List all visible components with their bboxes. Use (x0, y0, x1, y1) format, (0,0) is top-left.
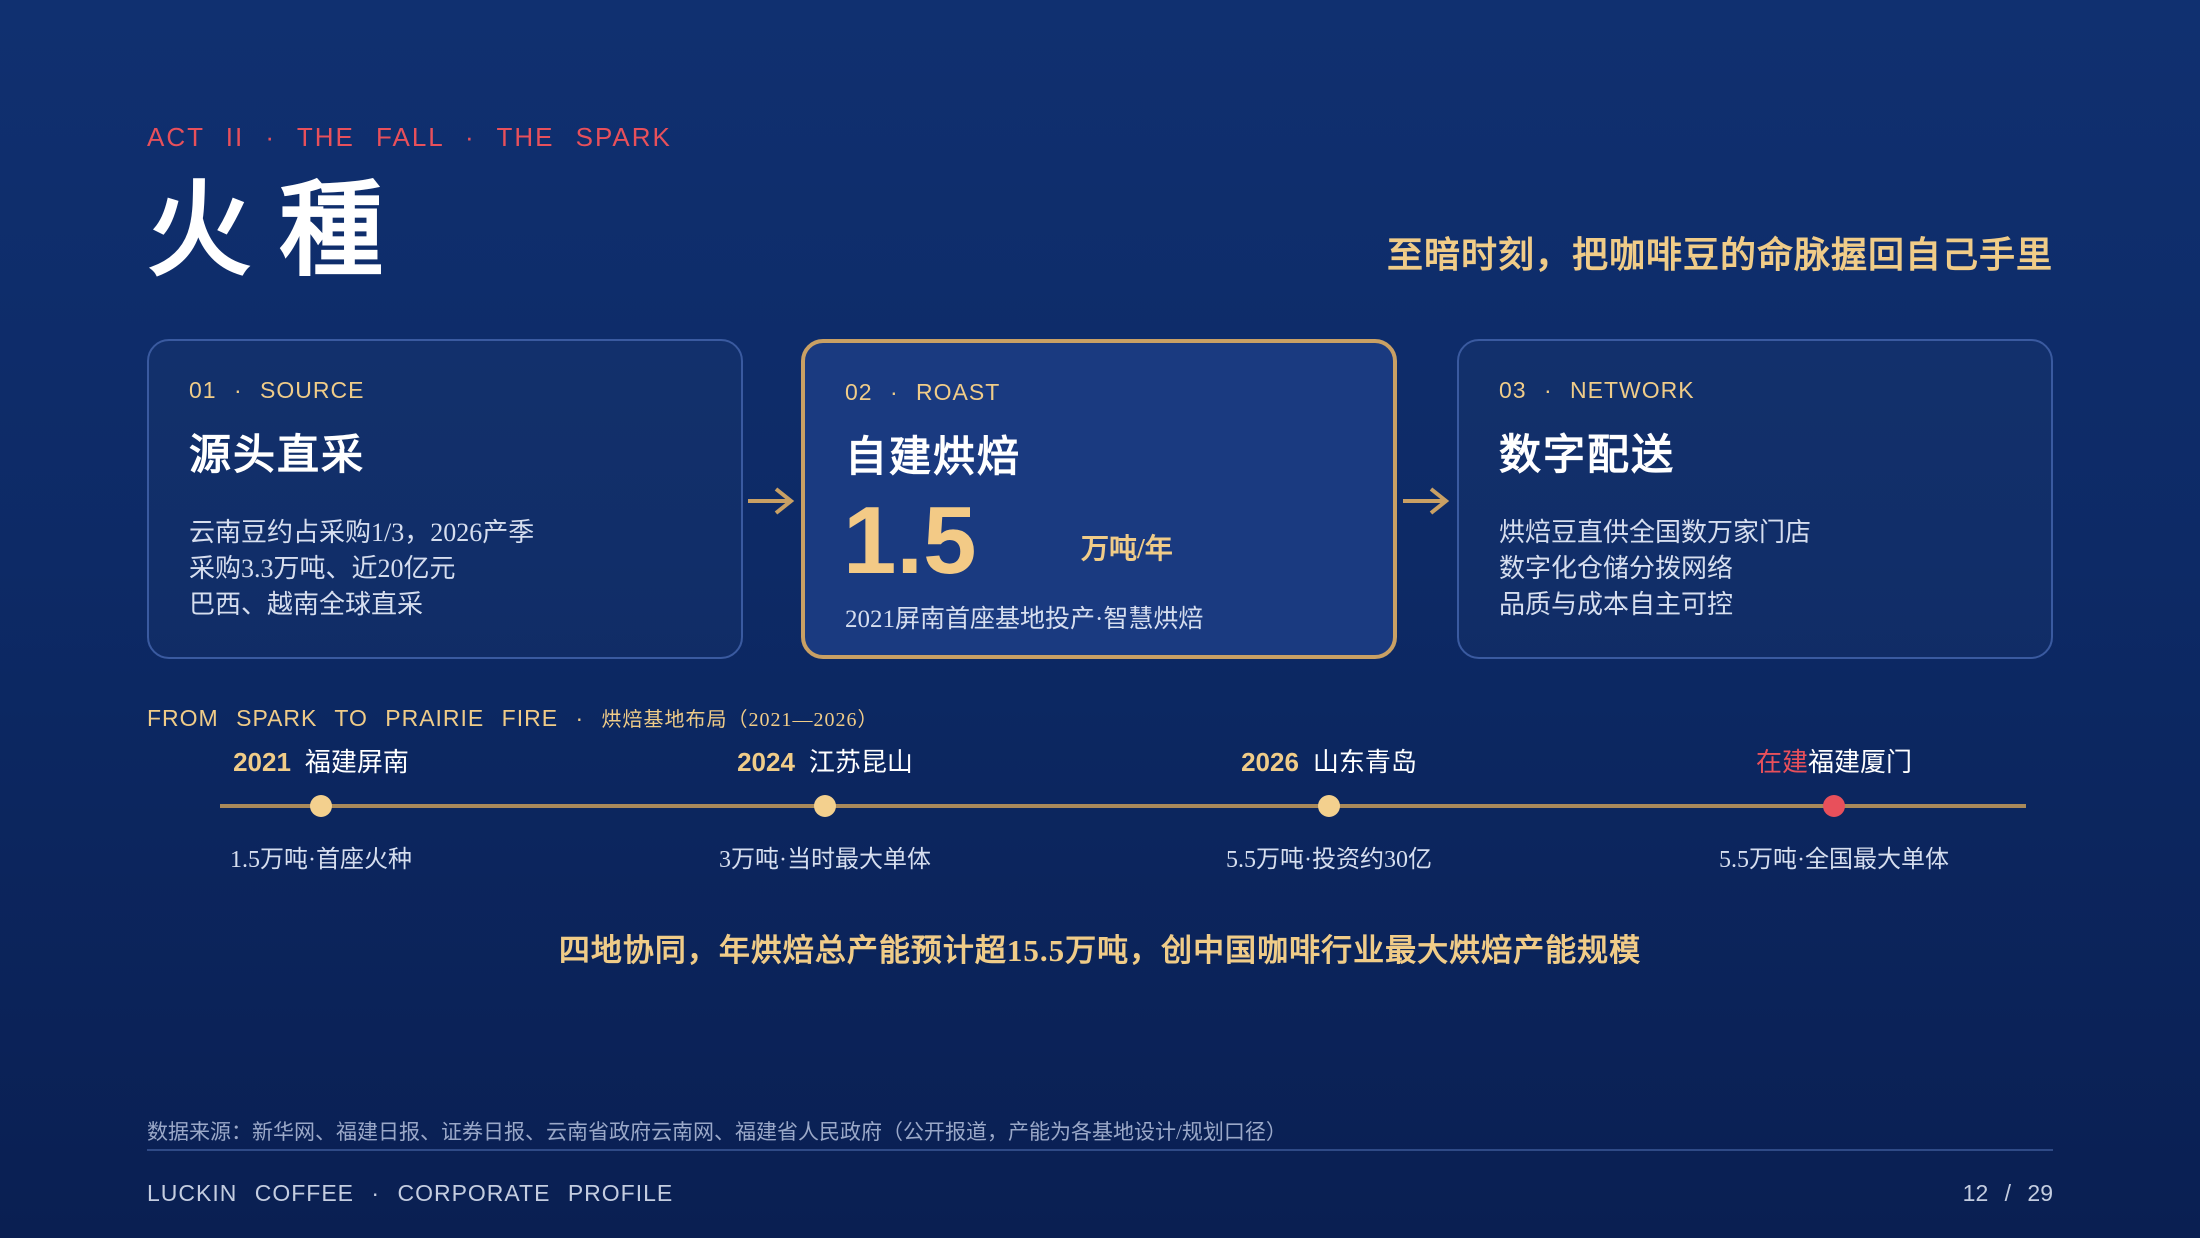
milestone-desc: 5.5万吨·投资约30亿 (1226, 847, 1432, 873)
card-label: 02 · ROAST (845, 379, 1001, 405)
capacity-value: 1.5 (843, 487, 977, 594)
card-subtitle: 2021屏南首座基地投产·智慧烘焙 (845, 606, 1204, 633)
milestone-city: 江苏昆山 (808, 748, 913, 777)
tagline: 至暗时刻，把咖啡豆的命脉握回自己手里 (1386, 235, 2053, 275)
capacity-unit: 万吨/年 (1081, 534, 1173, 565)
milestone-dot (1318, 795, 1340, 817)
summary-statement: 四地协同，年烘焙总产能预计超15.5万吨，创中国咖啡行业最大烘焙产能规模 (558, 933, 1642, 968)
arrow-right-icon (1403, 487, 1450, 515)
card-description: 烘焙豆直供全国数万家门店 数字化仓储分拨网络 品质与成本自主可控 (1499, 515, 1811, 623)
footer-divider (147, 1149, 2053, 1151)
card-description: 云南豆约占采购1/3，2026产季 采购3.3万吨、近20亿元 巴西、越南全球直… (189, 515, 534, 623)
milestone-desc: 3万吨·当时最大单体 (719, 847, 931, 873)
milestone-year: 2021 (233, 747, 291, 777)
card-line: 巴西、越南全球直采 (189, 590, 424, 619)
milestone-status-tag: 在建 (1755, 748, 1808, 777)
milestone-title: 2021 福建屏南 (233, 742, 409, 779)
card-title: 数字配送 (1499, 433, 1676, 479)
page-title: 火種 (147, 174, 412, 289)
milestone-dot (310, 795, 332, 817)
footer-brand: LUCKIN COFFEE · CORPORATE PROFILE (147, 1180, 674, 1206)
arrow-right-icon (748, 487, 795, 515)
milestone-title: 在建福建厦门 (1756, 742, 1912, 779)
card-line: 采购3.3万吨、近20亿元 (189, 554, 456, 583)
card-source: 01 · SOURCE 源头直采 云南豆约占采购1/3，2026产季 采购3.3… (147, 339, 743, 659)
card-line: 烘焙豆直供全国数万家门店 (1499, 518, 1812, 547)
milestone-year: 2024 (737, 747, 795, 777)
timeline-heading-cn: 烘焙基地布局（2021—2026） (601, 709, 879, 731)
milestone-city: 山东青岛 (1312, 748, 1417, 777)
card-title: 自建烘焙 (845, 435, 1022, 481)
milestone-city: 福建厦门 (1808, 748, 1913, 777)
card-line: 数字化仓储分拨网络 (1499, 554, 1734, 583)
timeline-heading-en: FROM SPARK TO PRAIRIE FIRE · (147, 705, 585, 731)
card-roast: 02 · ROAST 自建烘焙 1.5 万吨/年 2021屏南首座基地投产·智慧… (801, 339, 1397, 659)
timeline-heading: FROM SPARK TO PRAIRIE FIRE · 烘焙基地布局（2021… (147, 703, 879, 732)
card-title: 源头直采 (189, 433, 366, 479)
card-label: 03 · NETWORK (1499, 377, 1695, 403)
card-label: 01 · SOURCE (189, 377, 365, 403)
card-line: 云南豆约占采购1/3，2026产季 (189, 518, 535, 547)
timeline-line (220, 804, 2026, 808)
milestone-title: 2026 山东青岛 (1241, 742, 1417, 779)
page-number: 12 / 29 (1962, 1180, 2053, 1206)
card-network: 03 · NETWORK 数字配送 烘焙豆直供全国数万家门店 数字化仓储分拨网络… (1457, 339, 2053, 659)
milestone-title: 2024 江苏昆山 (737, 742, 913, 779)
milestone-desc: 5.5万吨·全国最大单体 (1719, 847, 1949, 873)
card-line: 品质与成本自主可控 (1499, 590, 1734, 619)
act-label: ACT II · THE FALL · THE SPARK (147, 122, 672, 152)
milestone-dot-building (1823, 795, 1845, 817)
data-source-note: 数据来源：新华网、福建日报、证券日报、云南省政府云南网、福建省人民政府（公开报道… (147, 1120, 1287, 1144)
milestone-year: 2026 (1241, 747, 1299, 777)
milestone-city: 福建屏南 (304, 748, 409, 777)
milestone-dot (814, 795, 836, 817)
milestone-desc: 1.5万吨·首座火种 (230, 847, 412, 873)
